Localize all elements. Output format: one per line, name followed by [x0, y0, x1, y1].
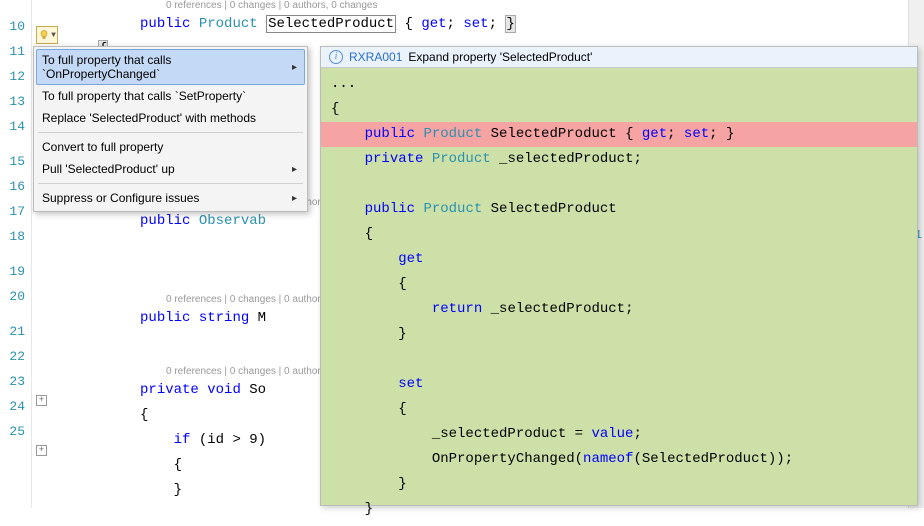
line-number — [0, 139, 25, 149]
line-number: 23 — [0, 369, 25, 394]
preview-line: { — [321, 222, 917, 247]
line-number: 15 — [0, 149, 25, 174]
preview-line — [321, 347, 917, 372]
menu-item[interactable]: Suppress or Configure issues ▸ — [36, 187, 305, 209]
chevron-down-icon: ▼ — [51, 31, 56, 40]
refactor-preview-panel: i RXRA001 Expand property 'SelectedProdu… — [320, 46, 918, 506]
fold-toggle[interactable]: + — [36, 395, 47, 406]
line-number: 25 — [0, 419, 25, 444]
submenu-arrow-icon: ▸ — [292, 193, 297, 204]
lightbulb-quickfix[interactable]: ▼ — [36, 26, 58, 44]
line-number: 22 — [0, 344, 25, 369]
preview-line: { — [321, 272, 917, 297]
line-number: 19 — [0, 259, 25, 284]
info-icon: i — [329, 50, 343, 64]
menu-item-label: Suppress or Configure issues — [42, 191, 199, 205]
line-number: 21 — [0, 319, 25, 344]
preview-line: return _selectedProduct; — [321, 297, 917, 322]
line-number: 14 — [0, 114, 25, 139]
preview-line — [321, 172, 917, 197]
line-number: 18 — [0, 224, 25, 249]
quickfix-menu: To full property that calls `OnPropertyC… — [33, 46, 308, 212]
preview-line: public Product SelectedProduct — [321, 197, 917, 222]
menu-item-label: Convert to full property — [42, 140, 163, 154]
line-number: 24 — [0, 394, 25, 419]
line-number: 11 — [0, 39, 25, 64]
menu-item-label: To full property that calls `OnPropertyC… — [42, 53, 292, 81]
preview-line: public Product SelectedProduct { get; se… — [321, 122, 917, 147]
preview-line: get — [321, 247, 917, 272]
preview-line: ... — [321, 72, 917, 97]
menu-item-label: To full property that calls `SetProperty… — [42, 89, 246, 103]
menu-item[interactable]: To full property that calls `OnPropertyC… — [36, 49, 305, 85]
preview-line: private Product _selectedProduct; — [321, 147, 917, 172]
menu-item[interactable]: To full property that calls `SetProperty… — [36, 85, 305, 107]
preview-line: _selectedProduct = value; — [321, 422, 917, 447]
line-number: 16 — [0, 174, 25, 199]
preview-line: set — [321, 372, 917, 397]
menu-item-label: Pull 'SelectedProduct' up — [42, 162, 175, 176]
submenu-arrow-icon: ▸ — [292, 62, 297, 73]
line-number — [0, 309, 25, 319]
diagnostic-code: RXRA001 — [349, 50, 402, 64]
preview-line: OnPropertyChanged(nameof(SelectedProduct… — [321, 447, 917, 472]
preview-line: { — [321, 397, 917, 422]
line-number-gutter: 1011121314 15161718 1920 2122232425 — [0, 0, 32, 508]
menu-item[interactable]: Pull 'SelectedProduct' up ▸ — [36, 158, 305, 180]
preview-line: } — [321, 472, 917, 497]
preview-line: { — [321, 97, 917, 122]
menu-item[interactable]: Convert to full property — [36, 136, 305, 158]
line-number: 12 — [0, 64, 25, 89]
menu-item-label: Replace 'SelectedProduct' with methods — [42, 111, 256, 125]
preview-body: ...{ public Product SelectedProduct { ge… — [321, 68, 917, 526]
code-line[interactable]: public Product SelectedProduct { get; se… — [56, 12, 924, 37]
line-number: 17 — [0, 199, 25, 224]
codelens[interactable]: 0 references | 0 changes | 0 authors, 0 … — [56, 0, 924, 12]
preview-line: } — [321, 497, 917, 522]
line-number: 20 — [0, 284, 25, 309]
line-number: 10 — [0, 14, 25, 39]
line-number: 13 — [0, 89, 25, 114]
fold-toggle[interactable]: + — [36, 445, 47, 456]
menu-item[interactable]: Replace 'SelectedProduct' with methods — [36, 107, 305, 129]
diagnostic-title: Expand property 'SelectedProduct' — [408, 50, 592, 64]
line-number — [0, 249, 25, 259]
lightbulb-icon — [38, 29, 50, 41]
preview-header: i RXRA001 Expand property 'SelectedProdu… — [321, 47, 917, 68]
submenu-arrow-icon: ▸ — [292, 164, 297, 175]
preview-line: } — [321, 322, 917, 347]
